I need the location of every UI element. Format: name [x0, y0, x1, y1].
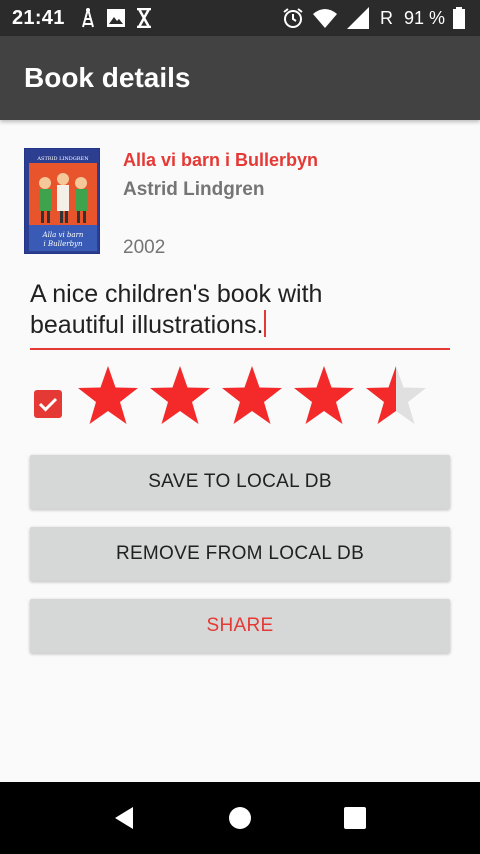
- wifi-tower-icon: [78, 6, 98, 30]
- status-time: 21:41: [12, 7, 65, 29]
- roaming-indicator: R: [380, 8, 393, 28]
- star-icon[interactable]: [220, 364, 284, 428]
- book-title: Alla vi barn i Bullerbyn: [123, 150, 319, 170]
- checkmark-icon: [38, 397, 58, 412]
- battery-percent: 91 %: [404, 8, 446, 28]
- star-icon[interactable]: [76, 364, 140, 428]
- star-icon[interactable]: [364, 364, 428, 428]
- wifi-icon: [312, 6, 338, 30]
- description-input[interactable]: A nice children's book with beautiful il…: [30, 279, 450, 350]
- remove-from-local-db-button[interactable]: REMOVE FROM LOCAL DB: [30, 527, 450, 581]
- star-icon[interactable]: [148, 364, 212, 428]
- star-icon[interactable]: [292, 364, 356, 428]
- navigation-bar: [0, 782, 480, 854]
- alarm-icon: [282, 6, 304, 30]
- status-bar: 21:41 R 91 %: [0, 0, 480, 36]
- book-cover: ASTRID LINDGREN Alla vi barn i Bullerbyn: [24, 148, 100, 254]
- hourglass-icon: [134, 6, 154, 30]
- star-rating-bar[interactable]: [76, 364, 436, 428]
- cover-title-line1: Alla vi barn: [42, 231, 84, 239]
- description-line-2: beautiful illustrations.: [30, 311, 264, 339]
- back-icon[interactable]: [111, 804, 139, 832]
- text-cursor: [264, 310, 267, 337]
- cover-author-text: ASTRID LINDGREN: [36, 156, 89, 162]
- page-title: Book details: [24, 62, 191, 93]
- battery-icon: [452, 6, 466, 30]
- recents-icon[interactable]: [341, 804, 369, 832]
- save-to-local-db-button[interactable]: SAVE TO LOCAL DB: [30, 455, 450, 509]
- rating-checkbox[interactable]: [34, 390, 62, 418]
- description-line-1: A nice children's book with: [30, 280, 323, 308]
- app-bar: Book details: [0, 36, 480, 120]
- book-year: 2002: [123, 237, 166, 258]
- home-icon[interactable]: [226, 804, 254, 832]
- book-author: Astrid Lindgren: [123, 179, 265, 200]
- signal-icon: [346, 6, 370, 30]
- cover-title-line2: i Bullerbyn: [43, 240, 83, 248]
- description-line-2-wrap: beautiful illustrations.: [30, 310, 450, 341]
- image-icon: [106, 6, 126, 30]
- share-button[interactable]: SHARE: [30, 599, 450, 653]
